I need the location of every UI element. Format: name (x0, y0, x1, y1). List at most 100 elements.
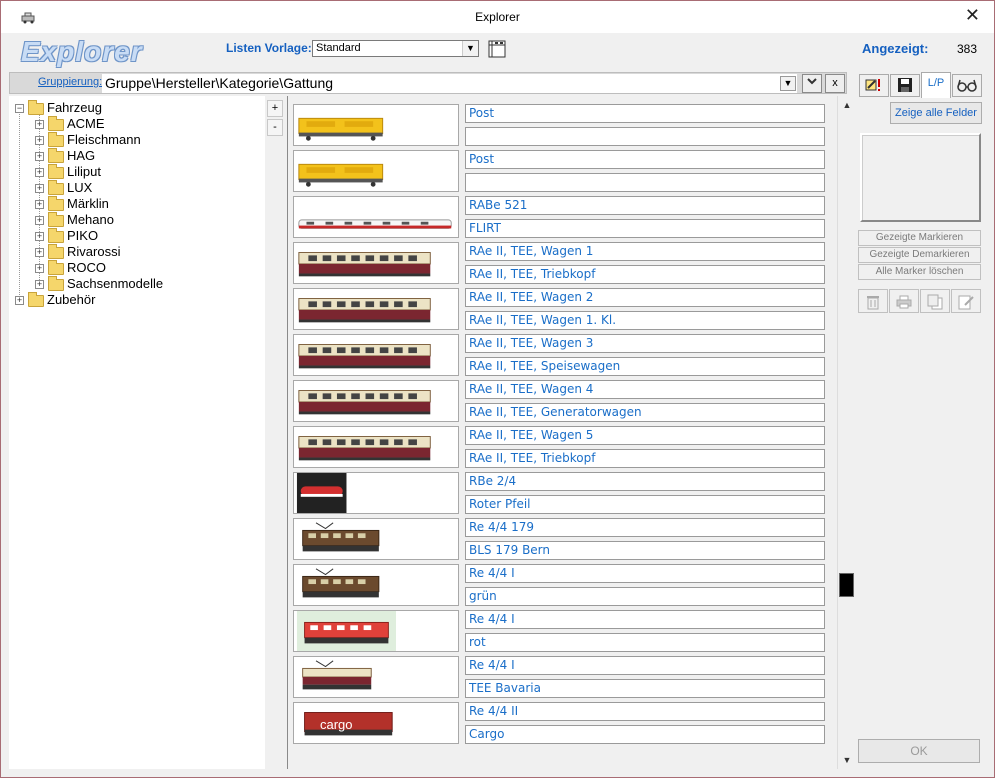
expand-all-button[interactable]: + (267, 100, 283, 117)
tree-node-lux[interactable]: + LUX (35, 179, 92, 196)
expand-icon[interactable]: + (35, 120, 44, 130)
list-item[interactable]: RAe II, TEE, Wagen 1 RAe II, TEE, Triebko… (293, 242, 828, 286)
ok-button[interactable]: OK (858, 739, 980, 763)
expand-icon[interactable]: + (35, 184, 44, 194)
item-field-2[interactable]: rot (465, 633, 825, 652)
tree-node-zubehoer[interactable]: + Zubehör (15, 291, 95, 308)
item-thumbnail[interactable] (293, 196, 459, 238)
item-field-1[interactable]: RAe II, TEE, Wagen 4 (465, 380, 825, 399)
tree-node-rivarossi[interactable]: + Rivarossi (35, 243, 120, 260)
tree-node-maerklin[interactable]: + Märklin (35, 195, 109, 212)
item-field-1[interactable]: Post (465, 104, 825, 123)
copy-record-button[interactable] (920, 289, 950, 313)
list-item[interactable]: RAe II, TEE, Wagen 2 RAe II, TEE, Wagen 1… (293, 288, 828, 332)
list-item[interactable]: RABe 521 FLIRT (293, 196, 828, 240)
list-item[interactable]: Re 4/4 I grün (293, 564, 828, 608)
item-field-2[interactable] (465, 127, 825, 146)
gezeigte-markieren-button[interactable]: Gezeigte Markieren (858, 230, 981, 246)
alle-marker-loeschen-button[interactable]: Alle Marker löschen (858, 264, 981, 280)
scroll-down-icon[interactable]: ▼ (840, 753, 854, 767)
gezeigte-demarkieren-button[interactable]: Gezeigte Demarkieren (858, 247, 981, 263)
chevron-down-icon[interactable]: ▼ (780, 76, 796, 91)
item-field-2[interactable]: grün (465, 587, 825, 606)
tree-node-hag[interactable]: + HAG (35, 147, 95, 164)
scroll-thumb[interactable] (839, 573, 854, 597)
item-field-1[interactable]: Post (465, 150, 825, 169)
list-item[interactable]: RAe II, TEE, Wagen 5 RAe II, TEE, Triebko… (293, 426, 828, 470)
tree-splitter[interactable] (265, 96, 286, 769)
expand-icon[interactable]: + (15, 296, 24, 306)
item-field-1[interactable]: RAe II, TEE, Wagen 3 (465, 334, 825, 353)
item-thumbnail[interactable] (293, 334, 459, 376)
list-item[interactable]: Post (293, 150, 828, 194)
list-item[interactable]: cargo Re 4/4 II Cargo (293, 702, 828, 746)
gruppierung-label[interactable]: Gruppierung: (38, 76, 102, 88)
tree-node-sachsenmodelle[interactable]: + Sachsenmodelle (35, 275, 163, 292)
tab-view[interactable] (952, 74, 982, 97)
expand-icon[interactable]: + (35, 248, 44, 258)
item-field-2[interactable]: RAe II, TEE, Speisewagen (465, 357, 825, 376)
collapse-icon[interactable]: − (15, 104, 24, 114)
item-field-1[interactable]: Re 4/4 I (465, 564, 825, 583)
chevron-down-icon[interactable]: ▼ (462, 41, 478, 56)
item-field-1[interactable]: Re 4/4 179 (465, 518, 825, 537)
list-item[interactable]: RAe II, TEE, Wagen 3 RAe II, TEE, Speisew… (293, 334, 828, 378)
item-thumbnail[interactable] (293, 564, 459, 606)
list-item[interactable]: Re 4/4 I TEE Bavaria (293, 656, 828, 700)
item-field-2[interactable]: BLS 179 Bern (465, 541, 825, 560)
item-field-2[interactable]: Cargo (465, 725, 825, 744)
delete-button[interactable] (858, 289, 888, 313)
item-field-2[interactable]: TEE Bavaria (465, 679, 825, 698)
item-field-1[interactable]: Re 4/4 I (465, 656, 825, 675)
item-field-2[interactable]: RAe II, TEE, Wagen 1. Kl. (465, 311, 825, 330)
expand-icon[interactable]: + (35, 136, 44, 146)
list-item[interactable]: Post (293, 104, 828, 148)
tree-node-roco[interactable]: + ROCO (35, 259, 106, 276)
item-field-2[interactable]: RAe II, TEE, Triebkopf (465, 265, 825, 284)
item-field-1[interactable]: RBe 2/4 (465, 472, 825, 491)
item-field-2[interactable]: Roter Pfeil (465, 495, 825, 514)
edit-record-button[interactable] (951, 289, 981, 313)
list-item[interactable]: Re 4/4 I rot (293, 610, 828, 654)
item-field-1[interactable]: RAe II, TEE, Wagen 2 (465, 288, 825, 307)
list-item[interactable]: RBe 2/4 Roter Pfeil (293, 472, 828, 516)
item-thumbnail[interactable] (293, 150, 459, 192)
item-field-1[interactable]: Re 4/4 I (465, 610, 825, 629)
item-field-1[interactable]: RAe II, TEE, Wagen 5 (465, 426, 825, 445)
expand-icon[interactable]: + (35, 200, 44, 210)
list-item[interactable]: RAe II, TEE, Wagen 4 RAe II, TEE, Generat… (293, 380, 828, 424)
expand-icon[interactable]: + (35, 232, 44, 242)
item-thumbnail[interactable] (293, 242, 459, 284)
item-thumbnail[interactable] (293, 472, 459, 514)
item-thumbnail[interactable] (293, 518, 459, 560)
tab-save[interactable] (890, 74, 920, 97)
listen-vorlage-select[interactable]: Standard ▼ (312, 40, 479, 57)
item-field-2[interactable] (465, 173, 825, 192)
zeige-alle-felder-button[interactable]: Zeige alle Felder (890, 102, 982, 124)
item-field-2[interactable]: RAe II, TEE, Generatorwagen (465, 403, 825, 422)
print-button[interactable] (889, 289, 919, 313)
tree-node-fleischmann[interactable]: + Fleischmann (35, 131, 141, 148)
expand-icon[interactable]: + (35, 216, 44, 226)
close-icon[interactable]: ✕ (965, 5, 980, 26)
item-thumbnail[interactable] (293, 288, 459, 330)
gruppierung-input[interactable]: Gruppe\Hersteller\Kategorie\Gattung (102, 74, 797, 93)
item-field-1[interactable]: Re 4/4 II (465, 702, 825, 721)
item-thumbnail[interactable] (293, 426, 459, 468)
item-thumbnail[interactable]: cargo (293, 702, 459, 744)
list-item[interactable]: Re 4/4 179 BLS 179 Bern (293, 518, 828, 562)
tree-node-mehano[interactable]: + Mehano (35, 211, 114, 228)
collapse-all-button[interactable]: - (267, 119, 283, 136)
tree-node-acme[interactable]: + ACME (35, 115, 105, 132)
grouping-clear-button[interactable]: x (825, 74, 845, 93)
item-field-1[interactable]: RABe 521 (465, 196, 825, 215)
tree-node-piko[interactable]: + PIKO (35, 227, 98, 244)
item-thumbnail[interactable] (293, 104, 459, 146)
expand-icon[interactable]: + (35, 168, 44, 178)
item-thumbnail[interactable] (293, 380, 459, 422)
scroll-up-icon[interactable]: ▲ (840, 98, 854, 112)
tree-node-liliput[interactable]: + Liliput (35, 163, 101, 180)
item-field-2[interactable]: RAe II, TEE, Triebkopf (465, 449, 825, 468)
expand-icon[interactable]: + (35, 152, 44, 162)
list-template-icon[interactable] (488, 40, 506, 58)
